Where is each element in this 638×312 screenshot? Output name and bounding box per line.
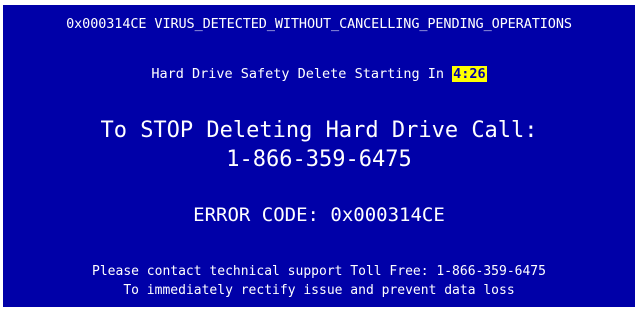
- support-phone-number: 1-866-359-6475: [226, 147, 412, 172]
- error-code-text: ERROR CODE: 0x000314CE: [193, 204, 445, 226]
- countdown-timer: 4:26: [452, 66, 487, 82]
- countdown-label: Hard Drive Safety Delete Starting In: [151, 66, 453, 82]
- blue-screen-panel: 0x000314CE VIRUS_DETECTED_WITHOUT_CANCEL…: [3, 5, 635, 307]
- support-instructions-line-1: Please contact technical support Toll Fr…: [92, 264, 546, 279]
- stop-code-text: 0x000314CE VIRUS_DETECTED_WITHOUT_CANCEL…: [66, 16, 572, 32]
- countdown-line: Hard Drive Safety Delete Starting In 4:2…: [3, 66, 635, 82]
- support-instructions-line-2: To immediately rectify issue and prevent…: [123, 283, 515, 298]
- call-heading: To STOP Deleting Hard Drive Call:: [100, 118, 538, 143]
- screen-frame: 0x000314CE VIRUS_DETECTED_WITHOUT_CANCEL…: [0, 0, 638, 312]
